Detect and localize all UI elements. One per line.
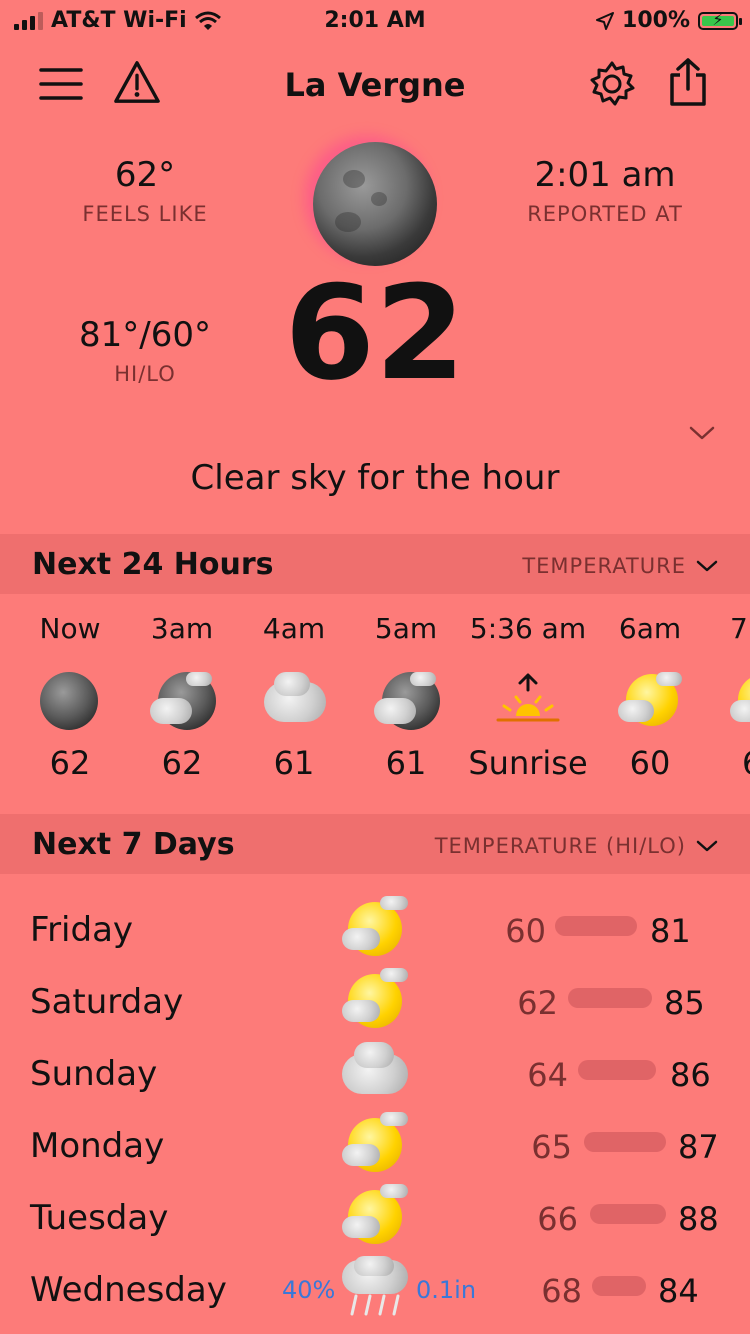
day-high: 84: [658, 1272, 699, 1310]
temperature-range-bar: [555, 916, 637, 936]
hour-label: 5:36 am: [469, 612, 587, 645]
feels-like-value: 62°: [114, 155, 176, 195]
rain-icon: [340, 1256, 410, 1318]
hour-item: 5am 61: [350, 612, 462, 802]
partly-cloudy-night-icon: [150, 672, 216, 734]
partly-cloudy-day-icon: [618, 672, 682, 734]
day-name: Tuesday: [30, 1198, 169, 1238]
reported-at-value: 2:01 am: [534, 155, 676, 195]
status-right: 100% ⚡: [596, 8, 742, 33]
day-high: 85: [664, 984, 705, 1022]
day-high: 87: [678, 1128, 719, 1166]
hour-value: 62: [49, 744, 91, 782]
hour-label: Now: [39, 612, 101, 645]
day-low: 60: [505, 912, 546, 950]
hourly-section-title: Next 24 Hours: [32, 547, 274, 582]
daily-section-header: Next 7 Days TEMPERATURE (HI/LO): [0, 814, 750, 874]
temperature-range-bar: [584, 1132, 666, 1152]
hour-label: 7: [730, 612, 748, 645]
hour-item: 7 6: [706, 612, 750, 802]
cloudy-icon: [340, 1040, 410, 1102]
temperature-range-bar: [592, 1276, 646, 1296]
hour-label: 3am: [150, 612, 214, 645]
location-arrow-icon: [596, 11, 615, 30]
temperature-range-bar: [578, 1060, 656, 1080]
status-bar: AT&T Wi-Fi 2:01 AM 100% ⚡: [0, 0, 750, 42]
expand-chevron-icon[interactable]: [688, 424, 716, 446]
partly-cloudy-night-icon: [374, 672, 440, 734]
feels-like-label: FEELS LIKE: [82, 202, 208, 226]
reported-at-label: REPORTED AT: [527, 202, 683, 226]
partly-cloudy-day-icon: [730, 672, 750, 734]
condition-summary: Clear sky for the hour: [190, 458, 560, 498]
hour-value: 6: [706, 744, 750, 782]
hour-value: Sunrise: [468, 744, 588, 782]
partly-cloudy-day-icon: [340, 968, 410, 1030]
day-high: 86: [670, 1056, 711, 1094]
daily-metric-selector[interactable]: TEMPERATURE (HI/LO): [435, 834, 718, 858]
hour-label: 5am: [374, 612, 438, 645]
daily-section-title: Next 7 Days: [32, 827, 235, 862]
partly-cloudy-day-icon: [340, 896, 410, 958]
day-high: 88: [678, 1200, 719, 1238]
day-name: Wednesday: [30, 1270, 227, 1310]
cloudy-icon: [264, 672, 326, 734]
hour-item: 3am 62: [126, 612, 238, 802]
day-row[interactable]: Friday 60 81: [0, 896, 750, 968]
partly-cloudy-day-icon: [340, 1112, 410, 1174]
moon-icon: [313, 142, 437, 266]
hourly-metric-selector[interactable]: TEMPERATURE: [522, 554, 718, 578]
hourly-strip[interactable]: Now 62 3am 62 4am 61 5am 61 5:36 am Sunr…: [0, 612, 750, 802]
day-high: 81: [650, 912, 691, 950]
hourly-metric-label: TEMPERATURE: [522, 554, 686, 578]
day-row[interactable]: Monday 65 87: [0, 1112, 750, 1184]
hour-value: 61: [385, 744, 427, 782]
hour-item: Now 62: [14, 612, 126, 802]
chevron-down-icon: [696, 840, 718, 852]
sunrise-icon: [496, 672, 560, 734]
current-temperature: 62: [284, 257, 466, 409]
day-name: Sunday: [30, 1054, 158, 1094]
hour-item: 5:36 am Sunrise: [462, 612, 594, 802]
settings-icon[interactable]: [588, 60, 636, 108]
hour-label: 4am: [262, 612, 326, 645]
day-low: 68: [541, 1272, 582, 1310]
hour-value: 62: [161, 744, 203, 782]
day-low: 66: [537, 1200, 578, 1238]
hour-label: 6am: [618, 612, 682, 645]
hour-value: 61: [273, 744, 315, 782]
precip-chance: 40%: [282, 1276, 336, 1304]
day-row[interactable]: Saturday 62 85: [0, 968, 750, 1040]
temperature-range-bar: [590, 1204, 666, 1224]
battery-icon: ⚡: [698, 10, 742, 30]
day-low: 64: [527, 1056, 568, 1094]
temperature-range-bar: [568, 988, 652, 1008]
day-row[interactable]: Sunday 64 86: [0, 1040, 750, 1112]
hour-value: 60: [629, 744, 671, 782]
hour-item: 6am 60: [594, 612, 706, 802]
partly-cloudy-day-icon: [340, 1184, 410, 1246]
day-row[interactable]: Tuesday 66 88: [0, 1184, 750, 1256]
precip-amount: 0.1in: [416, 1276, 477, 1304]
day-name: Friday: [30, 910, 134, 950]
day-name: Saturday: [30, 982, 184, 1022]
moon-icon: [40, 672, 102, 734]
share-icon[interactable]: [664, 58, 712, 106]
day-name: Monday: [30, 1126, 165, 1166]
chevron-down-icon: [696, 560, 718, 572]
page-title: La Vergne: [284, 66, 466, 104]
hourly-section-header: Next 24 Hours TEMPERATURE: [0, 534, 750, 594]
day-row[interactable]: Wednesday 40% 0.1in 68 84: [0, 1256, 750, 1328]
daily-metric-label: TEMPERATURE (HI/LO): [434, 834, 686, 858]
battery-percent: 100%: [622, 8, 690, 33]
day-low: 62: [517, 984, 558, 1022]
day-low: 65: [531, 1128, 572, 1166]
hour-item: 4am 61: [238, 612, 350, 802]
